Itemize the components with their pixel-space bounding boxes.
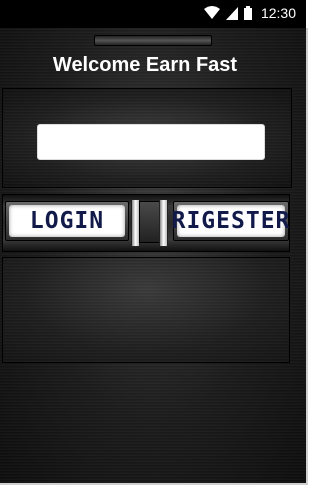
register-button-label: RIGESTER xyxy=(171,208,291,234)
wifi-icon xyxy=(204,6,220,19)
divider-pillar-right xyxy=(159,199,168,247)
divider-center xyxy=(139,201,161,243)
button-bar: LOGIN RIGESTER xyxy=(2,194,290,252)
register-button[interactable]: RIGESTER xyxy=(172,201,289,241)
input-panel xyxy=(2,88,292,188)
signal-icon xyxy=(226,6,238,20)
login-button-label: LOGIN xyxy=(29,208,105,234)
register-button-face[interactable]: RIGESTER xyxy=(172,205,289,237)
status-time: 12:30 xyxy=(260,5,296,21)
battery-icon xyxy=(244,6,252,20)
status-bar: 12:30 xyxy=(0,0,306,28)
page-title: Welcome Earn Fast xyxy=(52,54,238,76)
login-button-face[interactable]: LOGIN xyxy=(9,205,125,237)
decorative-slot xyxy=(94,35,212,46)
text-input[interactable] xyxy=(37,124,265,160)
content-panel xyxy=(2,257,290,363)
app-screen: Welcome Earn Fast LOGIN RIGESTER xyxy=(0,28,308,483)
login-button[interactable]: LOGIN xyxy=(5,201,129,241)
status-icons xyxy=(204,6,252,20)
